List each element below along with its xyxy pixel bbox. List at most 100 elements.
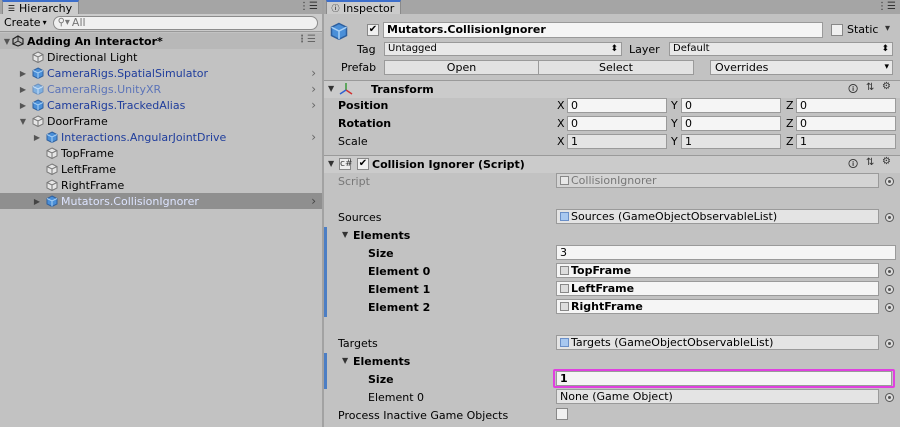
targets-element-0-label: Element 0 xyxy=(368,391,425,404)
layer-label: Layer xyxy=(629,43,660,56)
static-checkbox[interactable] xyxy=(831,24,843,36)
prefab-cube-icon xyxy=(32,67,44,79)
collapse-arrow-icon[interactable]: ▼ xyxy=(18,117,28,126)
hierarchy-item-camerarigs-spatialsimulator[interactable]: ▶ CameraRigs.SpatialSimulator › xyxy=(0,65,322,81)
hierarchy-toolbar: Create ▾ ⚲▾ All xyxy=(0,14,322,32)
hierarchy-item-label: CameraRigs.UnityXR xyxy=(47,82,162,96)
list-icon: ☰ xyxy=(7,3,16,13)
tag-dropdown[interactable]: Untagged ⬍ xyxy=(384,42,622,56)
search-icon: ⚲▾ xyxy=(57,17,70,28)
static-dropdown-icon[interactable]: ▾ xyxy=(885,23,890,34)
gameobject-cube-icon xyxy=(46,179,58,191)
hierarchy-item-interactions-angularjointdrive[interactable]: ▶ Interactions.AngularJointDrive › xyxy=(0,129,322,145)
hierarchy-item-topframe[interactable]: TopFrame xyxy=(0,145,322,161)
search-input[interactable]: ⚲▾ All xyxy=(52,15,318,30)
object-picker-icon[interactable] xyxy=(885,213,894,222)
preset-icon[interactable]: ⇅ xyxy=(866,157,874,168)
dropdown-arrow-icon: ▾ xyxy=(42,18,47,27)
prefab-open-button[interactable]: Open xyxy=(384,60,539,75)
help-icon[interactable]: 🛈 xyxy=(848,157,858,174)
tab-inspector[interactable]: ⓘ Inspector xyxy=(326,0,402,15)
chevron-right-icon[interactable]: › xyxy=(311,194,316,208)
sources-element-2-field[interactable]: RightFrame xyxy=(556,299,879,314)
panel-menu-icon[interactable]: ⋮☰ xyxy=(299,1,318,12)
rotation-z-field[interactable]: 0 xyxy=(796,116,896,131)
collapse-arrow-icon[interactable]: ▼ xyxy=(328,84,334,93)
overrides-label: Overrides xyxy=(715,61,769,74)
expand-arrow-icon[interactable]: ▶ xyxy=(32,197,42,206)
create-button[interactable]: Create ▾ xyxy=(4,16,47,29)
sources-label: Sources xyxy=(338,211,382,224)
chevron-right-icon[interactable]: › xyxy=(311,98,316,112)
hierarchy-item-mutators-collisionignorer[interactable]: ▶ Mutators.CollisionIgnorer › xyxy=(0,193,322,209)
object-picker-icon[interactable] xyxy=(885,177,894,186)
component-enabled-checkbox[interactable]: ✔ xyxy=(357,158,369,170)
position-z-field[interactable]: 0 xyxy=(796,98,896,113)
process-inactive-checkbox[interactable] xyxy=(556,408,568,420)
gear-icon[interactable]: ⚙ xyxy=(882,156,891,167)
object-picker-icon[interactable] xyxy=(885,285,894,294)
hierarchy-item-directional-light[interactable]: Directional Light xyxy=(0,49,322,65)
position-y-field[interactable]: 0 xyxy=(681,98,781,113)
position-x-field[interactable]: 0 xyxy=(567,98,667,113)
object-picker-icon[interactable] xyxy=(885,339,894,348)
prefab-select-button[interactable]: Select xyxy=(538,60,694,75)
object-name-field[interactable]: Mutators.CollisionIgnorer xyxy=(383,22,823,38)
sources-element-1-value: LeftFrame xyxy=(571,282,635,295)
object-picker-icon[interactable] xyxy=(885,303,894,312)
scale-y-field[interactable]: 1 xyxy=(681,134,781,149)
inspector-panel: ⓘ Inspector ⋮☰ ✔ Mutators.CollisionIgnor… xyxy=(324,0,900,427)
tag-value: Untagged xyxy=(388,43,437,54)
object-picker-icon[interactable] xyxy=(885,393,894,402)
tab-hierarchy[interactable]: ☰ Hierarchy xyxy=(2,0,80,15)
scene-menu-icon[interactable]: ⋮☰ xyxy=(297,34,316,45)
script-file-icon xyxy=(560,212,569,221)
sources-size-field[interactable]: 3 xyxy=(556,245,896,260)
axis-z-label: Z xyxy=(786,135,794,148)
inspector-tabstrip: ⓘ Inspector ⋮☰ xyxy=(324,0,900,14)
expand-arrow-icon[interactable]: ▶ xyxy=(32,133,42,142)
object-picker-icon[interactable] xyxy=(885,267,894,276)
targets-element-0-field[interactable]: None (Game Object) xyxy=(556,389,879,404)
expand-arrow-icon[interactable]: ▶ xyxy=(18,101,28,110)
tab-hierarchy-label: Hierarchy xyxy=(19,1,73,15)
panel-menu-icon[interactable]: ⋮☰ xyxy=(877,1,896,12)
axis-x-label: X xyxy=(557,99,565,112)
sources-field[interactable]: Sources (GameObjectObservableList) xyxy=(556,209,879,224)
collapse-arrow-icon[interactable]: ▼ xyxy=(342,356,348,365)
hierarchy-item-camerarigs-unityxr[interactable]: ▶ CameraRigs.UnityXR › xyxy=(0,81,322,97)
tag-label: Tag xyxy=(357,43,376,56)
gear-icon[interactable]: ⚙ xyxy=(882,81,891,92)
expand-arrow-icon[interactable]: ▶ xyxy=(18,85,28,94)
rotation-x-field[interactable]: 0 xyxy=(567,116,667,131)
script-field: CollisionIgnorer xyxy=(556,173,879,188)
sources-elements-label: Elements xyxy=(353,229,411,242)
sources-element-0-field[interactable]: TopFrame xyxy=(556,263,879,278)
sources-element-1-field[interactable]: LeftFrame xyxy=(556,281,879,296)
preset-icon[interactable]: ⇅ xyxy=(866,82,874,93)
tab-inspector-label: Inspector xyxy=(343,1,395,15)
transform-title: Transform xyxy=(371,83,434,96)
hierarchy-item-camerarigs-trackedalias[interactable]: ▶ CameraRigs.TrackedAlias › xyxy=(0,97,322,113)
collapse-arrow-icon[interactable]: ▼ xyxy=(342,230,348,239)
help-icon[interactable]: 🛈 xyxy=(848,82,858,99)
active-checkbox[interactable]: ✔ xyxy=(367,24,379,36)
chevron-right-icon[interactable]: › xyxy=(311,82,316,96)
collapse-arrow-icon[interactable]: ▼ xyxy=(328,159,334,168)
chevron-right-icon[interactable]: › xyxy=(311,130,316,144)
chevron-right-icon[interactable]: › xyxy=(311,66,316,80)
hierarchy-item-doorframe[interactable]: ▼ DoorFrame xyxy=(0,113,322,129)
scale-x-field[interactable]: 1 xyxy=(567,134,667,149)
scene-row[interactable]: ▼ Adding An Interactor* ⋮☰ xyxy=(0,33,322,49)
scale-z-field[interactable]: 1 xyxy=(796,134,896,149)
rotation-y-field[interactable]: 0 xyxy=(681,116,781,131)
expand-arrow-icon[interactable]: ▼ xyxy=(2,37,12,46)
focus-highlight xyxy=(553,369,895,388)
overrides-dropdown[interactable]: Overrides ▾ xyxy=(710,60,893,75)
targets-field[interactable]: Targets (GameObjectObservableList) xyxy=(556,335,879,350)
hierarchy-item-leftframe[interactable]: LeftFrame xyxy=(0,161,322,177)
layer-dropdown[interactable]: Default ⬍ xyxy=(669,42,893,56)
hierarchy-item-rightframe[interactable]: RightFrame xyxy=(0,177,322,193)
process-inactive-label: Process Inactive Game Objects xyxy=(338,409,509,422)
expand-arrow-icon[interactable]: ▶ xyxy=(18,69,28,78)
